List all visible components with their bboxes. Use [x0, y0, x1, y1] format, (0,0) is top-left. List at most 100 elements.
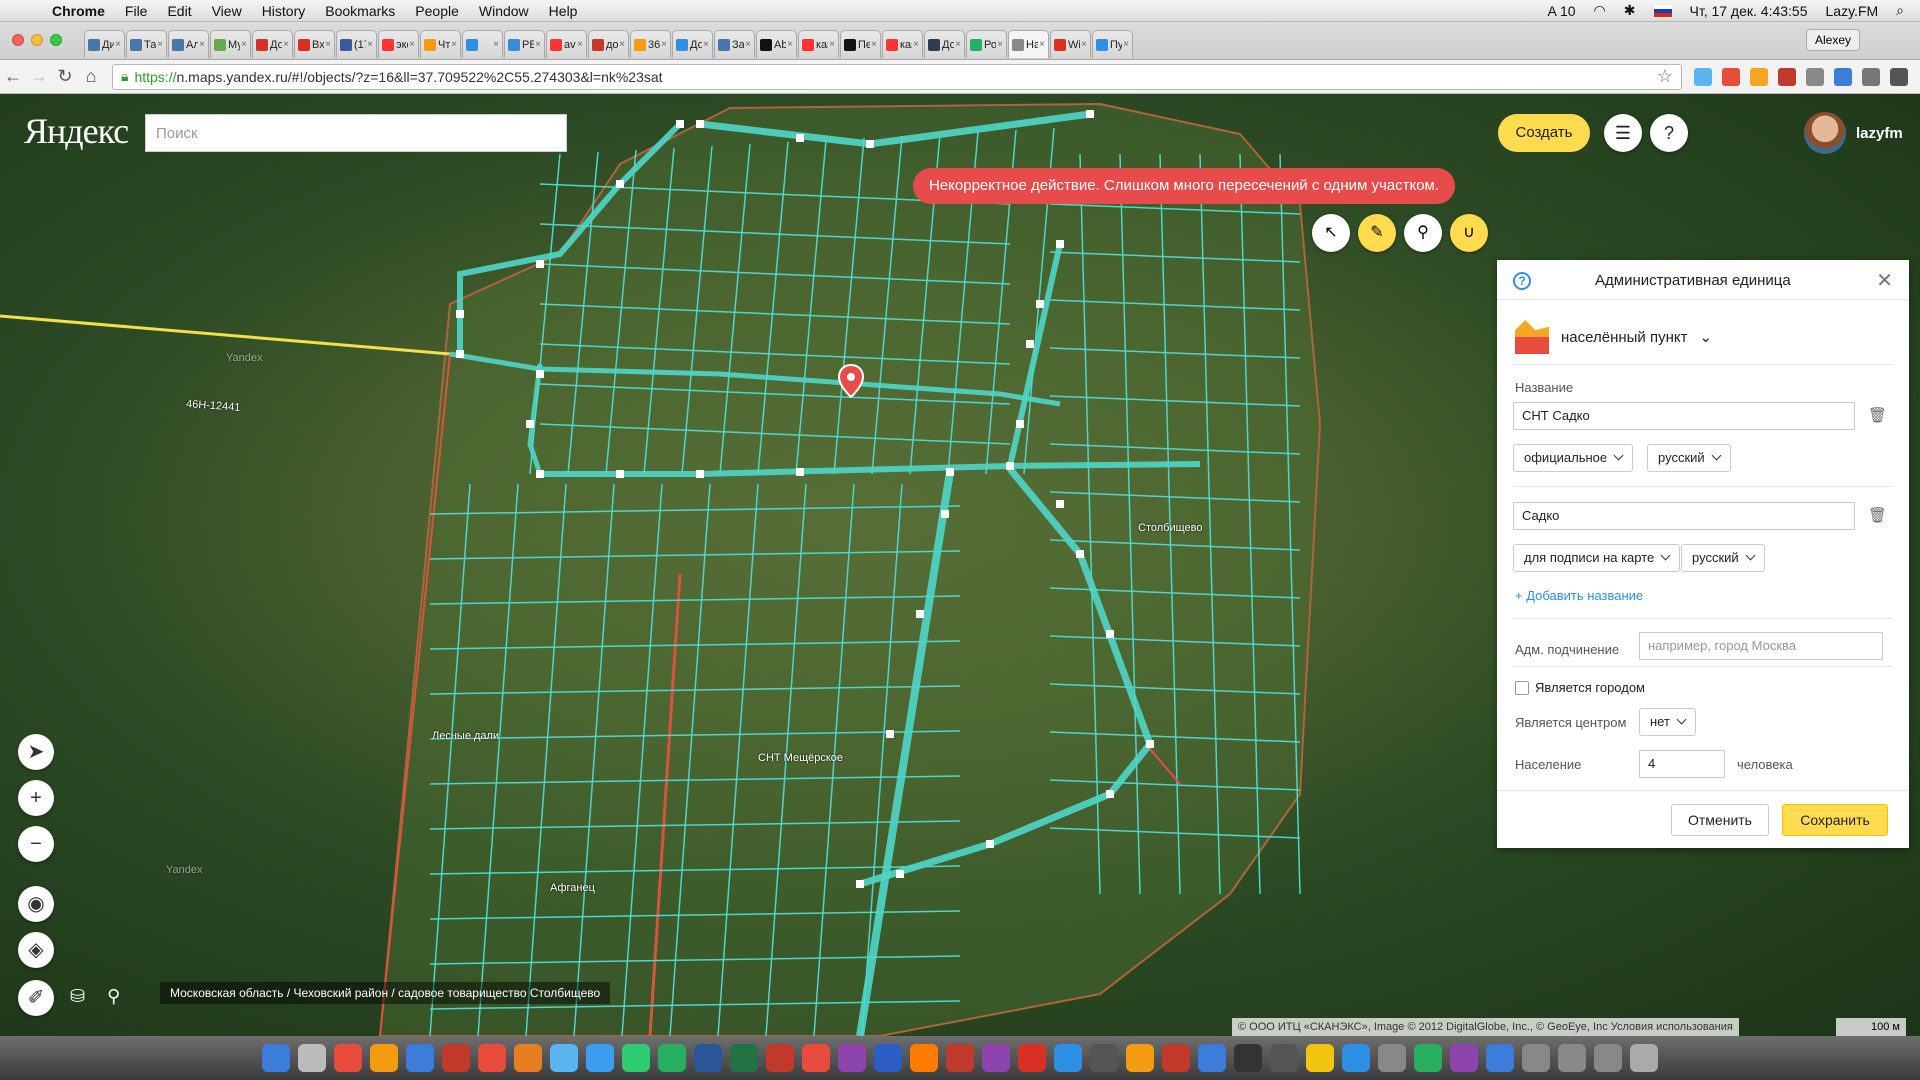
dock-app-icon[interactable]	[1342, 1044, 1370, 1072]
tab-close-icon[interactable]: ×	[1039, 39, 1045, 50]
name-field-1[interactable]: СНТ Садко	[1513, 402, 1855, 430]
dock-app-icon[interactable]	[1486, 1044, 1514, 1072]
panel-help-icon[interactable]: ?	[1513, 272, 1531, 290]
tab-close-icon[interactable]: ×	[1123, 39, 1129, 50]
dock-app-icon[interactable]	[838, 1044, 866, 1072]
dock-app-icon[interactable]	[802, 1044, 830, 1072]
wifi-icon[interactable]: ◠	[1594, 2, 1606, 19]
dock-app-icon[interactable]	[1306, 1044, 1334, 1072]
browser-tab[interactable]: каз×	[798, 30, 839, 58]
dock-app-icon[interactable]	[1378, 1044, 1406, 1072]
dock-app-icon[interactable]	[406, 1044, 434, 1072]
dock-app-icon[interactable]	[1558, 1044, 1586, 1072]
dock-app-icon[interactable]	[946, 1044, 974, 1072]
browser-tab[interactable]: 36 ×	[630, 30, 671, 58]
dock-app-icon[interactable]	[1054, 1044, 1082, 1072]
extension-counter-icon[interactable]	[1778, 67, 1796, 86]
chrome-menu-icon[interactable]	[1890, 67, 1908, 86]
browser-tab[interactable]: Доска×	[672, 30, 713, 58]
browser-tab[interactable]: avi×	[546, 30, 587, 58]
dock-app-icon[interactable]	[1090, 1044, 1118, 1072]
location-pin-icon[interactable]: ⚲	[107, 986, 120, 1007]
tab-close-icon[interactable]: ×	[115, 39, 121, 50]
yandex-logo[interactable]: Яндекс	[24, 110, 129, 152]
browser-tab[interactable]: На×	[1008, 30, 1049, 58]
ruler-icon[interactable]: ✐	[18, 980, 54, 1016]
tab-close-icon[interactable]: ×	[787, 39, 793, 50]
extension-weather-icon[interactable]	[1750, 67, 1768, 86]
dock-app-icon[interactable]	[442, 1044, 470, 1072]
tab-close-icon[interactable]: ×	[157, 39, 163, 50]
create-button[interactable]: Создать	[1498, 114, 1590, 152]
adm-subordination-input[interactable]: например, город Москва	[1639, 632, 1883, 660]
zoom-in-icon[interactable]: +	[18, 780, 54, 816]
dock-app-icon[interactable]	[874, 1044, 902, 1072]
tab-close-icon[interactable]: ×	[829, 39, 835, 50]
browser-tab[interactable]: PERISC×	[504, 30, 545, 58]
tab-close-icon[interactable]: ×	[451, 39, 457, 50]
input-language-flag-icon[interactable]	[1653, 4, 1672, 17]
browser-tab[interactable]: Ablet×	[756, 30, 797, 58]
browser-tab[interactable]: Тат×	[126, 30, 167, 58]
dock-app-icon[interactable]	[586, 1044, 614, 1072]
dock-app-icon[interactable]	[262, 1044, 290, 1072]
dock-app-icon[interactable]	[550, 1044, 578, 1072]
user-profile[interactable]: lazyfm	[1804, 112, 1903, 154]
browser-tab[interactable]: Зак×	[714, 30, 755, 58]
browser-tab[interactable]: Диало×	[84, 30, 125, 58]
cancel-button[interactable]: Отменить	[1671, 804, 1769, 836]
layers-icon[interactable]: ◈	[18, 932, 54, 968]
trash-icon[interactable]: 🗑︎	[1868, 506, 1887, 524]
tab-close-icon[interactable]: ×	[283, 39, 289, 50]
tab-close-icon[interactable]: ×	[997, 39, 1003, 50]
checkbox-box[interactable]	[1515, 680, 1529, 695]
menu-help[interactable]: Help	[549, 3, 578, 19]
eye-icon[interactable]: ◉	[18, 886, 54, 922]
name-lang-select-2[interactable]: русский	[1681, 544, 1765, 572]
menubar-site[interactable]: Lazy.FM	[1826, 3, 1879, 19]
search-input[interactable]: Поиск	[145, 114, 567, 152]
dock-app-icon[interactable]	[514, 1044, 542, 1072]
tab-close-icon[interactable]: ×	[619, 39, 625, 50]
magnet-icon[interactable]: ∪	[1450, 214, 1488, 252]
tab-close-icon[interactable]: ×	[367, 39, 373, 50]
browser-tab[interactable]: Wik×	[1050, 30, 1091, 58]
dock-app-icon[interactable]	[694, 1044, 722, 1072]
tab-close-icon[interactable]: ×	[745, 39, 751, 50]
adobe-status-icon[interactable]: A 10	[1548, 3, 1576, 19]
dock-app-icon[interactable]	[1594, 1044, 1622, 1072]
browser-tab[interactable]: ×	[462, 30, 503, 58]
close-window-icon[interactable]	[12, 34, 24, 46]
name-type-select-2[interactable]: для подписи на карте	[1513, 544, 1681, 572]
menu-people[interactable]: People	[415, 3, 459, 19]
dock-app-icon[interactable]	[334, 1044, 362, 1072]
dock-app-icon[interactable]	[1234, 1044, 1262, 1072]
tab-close-icon[interactable]: ×	[913, 39, 919, 50]
dock-app-icon[interactable]	[370, 1044, 398, 1072]
bluetooth-icon[interactable]: ✱	[1624, 2, 1636, 19]
apple-menu-icon[interactable]	[20, 2, 38, 20]
select-arrow-icon[interactable]: ↖	[1312, 214, 1350, 252]
browser-tab[interactable]: (17) F×	[336, 30, 377, 58]
geolocation-arrow-icon[interactable]: ➤	[18, 734, 54, 770]
browser-tab[interactable]: Что та×	[420, 30, 461, 58]
place-point-icon[interactable]: ⚲	[1404, 214, 1442, 252]
profile-button[interactable]: Alexey	[1805, 29, 1860, 51]
browser-tab[interactable]: каз×	[882, 30, 923, 58]
name-type-select-1[interactable]: официальное	[1513, 444, 1634, 472]
dock-app-icon[interactable]	[298, 1044, 326, 1072]
tab-close-icon[interactable]: ×	[871, 39, 877, 50]
dock-app-icon[interactable]	[1162, 1044, 1190, 1072]
menu-icon[interactable]: ☰	[1604, 114, 1642, 152]
reload-icon[interactable]: ↻	[52, 66, 78, 87]
tab-close-icon[interactable]: ×	[577, 39, 583, 50]
save-button[interactable]: Сохранить	[1782, 804, 1888, 836]
spotlight-icon[interactable]: ⌕	[1896, 2, 1904, 19]
is-city-checkbox[interactable]: Является городом	[1515, 680, 1645, 695]
tab-close-icon[interactable]: ×	[1081, 39, 1087, 50]
trash-icon[interactable]: 🗑︎	[1868, 406, 1887, 424]
extension-settings-icon[interactable]	[1862, 67, 1880, 86]
population-input[interactable]: 4	[1639, 750, 1725, 778]
browser-tab[interactable]: Вхо×	[294, 30, 335, 58]
home-icon[interactable]: ⌂	[78, 66, 104, 87]
